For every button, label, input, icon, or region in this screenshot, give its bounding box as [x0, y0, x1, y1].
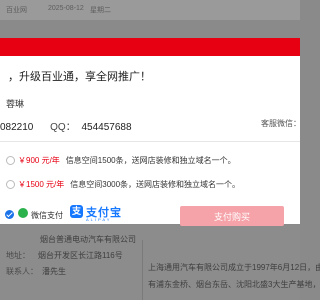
plan-description: 信息空间3000条，送网店装修和独立域名一个。	[70, 180, 241, 189]
qq-label: QQ：	[50, 122, 76, 133]
plan-description: 信息空间1500条，送网店装修和独立域名一个。	[65, 156, 236, 165]
plan-option-900[interactable]: ￥900 元/年 信息空间1500条，送网店装修和独立域名一个。	[6, 155, 236, 166]
weekday-text: 星期二	[90, 7, 111, 14]
address-row: 地址： 烟台开发区长江路116号	[6, 251, 123, 260]
alipay-icon[interactable]: 支	[70, 205, 83, 218]
site-topbar: 百业网 2025-08-12 星期二	[0, 0, 300, 20]
contact-info: 082210 QQ： 454457688	[0, 118, 132, 133]
phone-number: 082210	[0, 122, 34, 133]
plan-option-1500[interactable]: ￥1500 元/年 信息空间3000条，送网店装修和独立域名一个。	[6, 179, 240, 190]
company-row: 烟台普通电动汽车有限公司	[40, 235, 136, 244]
company-intro: 上海通用汽车有限公司成立于1997年6月12日，由上 有浦东金桥、烟台东岳、沈阳…	[148, 263, 320, 289]
plan-price: ￥1500 元/年	[18, 180, 65, 189]
divider	[0, 141, 300, 142]
qq-number: 454457688	[81, 122, 132, 133]
modal-header-bar	[0, 38, 300, 56]
plan-radio[interactable]	[6, 156, 15, 165]
pay-button[interactable]: 支付购买	[180, 206, 284, 226]
contact-name: 蓉琳	[6, 99, 25, 109]
modal-headline: ，升级百业通，享全网推广！	[8, 71, 151, 83]
plan-radio[interactable]	[6, 180, 15, 189]
wechat-pay-label[interactable]: 微信支付	[31, 210, 63, 221]
payment-methods: 微信支付 支 支付宝 ALIPAY 支付购买	[0, 204, 300, 226]
contact-row: 联系人： 潘先生	[6, 267, 66, 276]
site-name: 百业网	[6, 7, 27, 14]
date-text: 2025-08-12	[48, 5, 84, 12]
service-wechat-label: 客服微信：	[261, 119, 301, 128]
alipay-sub-label: ALIPAY	[86, 217, 112, 222]
wechat-pay-icon[interactable]	[18, 208, 28, 218]
plan-price: ￥900 元/年	[18, 156, 60, 165]
divider	[142, 240, 143, 300]
wechat-selected-icon[interactable]	[5, 210, 14, 219]
